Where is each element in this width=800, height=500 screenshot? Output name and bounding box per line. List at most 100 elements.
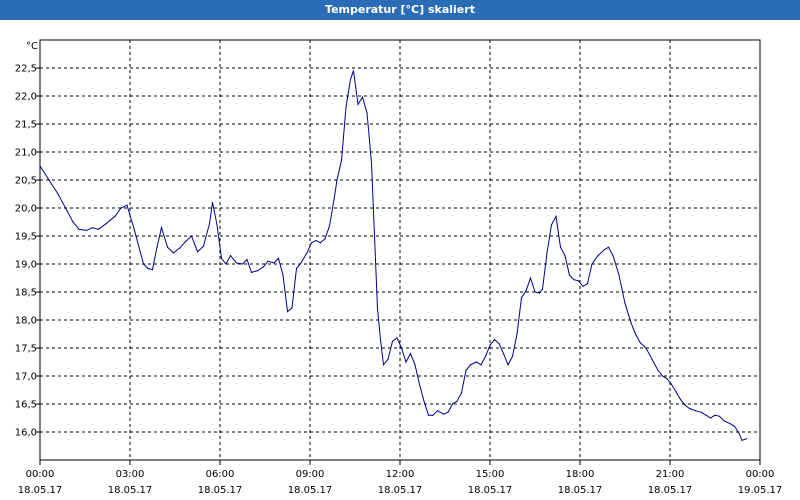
data-point	[670, 383, 673, 385]
data-point	[456, 400, 458, 402]
data-point	[502, 353, 505, 355]
data-point	[310, 242, 313, 244]
data-point	[634, 333, 637, 335]
data-point	[657, 369, 659, 371]
data-point	[286, 311, 289, 313]
data-point	[475, 361, 478, 363]
data-point	[405, 361, 407, 363]
data-point	[91, 227, 94, 229]
data-point	[396, 337, 398, 339]
data-point	[733, 425, 736, 427]
data-point	[460, 392, 463, 394]
data-point	[370, 162, 373, 164]
data-point	[645, 347, 647, 349]
data-point	[484, 355, 487, 357]
data-point	[427, 414, 430, 416]
data-point	[469, 364, 472, 366]
data-point	[520, 297, 523, 299]
data-point	[714, 414, 716, 416]
data-point	[432, 414, 434, 416]
data-point	[586, 283, 589, 285]
data-point	[391, 340, 394, 342]
data-point	[498, 342, 500, 345]
data-point	[387, 358, 389, 360]
data-point	[418, 383, 421, 385]
data-point	[105, 223, 107, 225]
data-point	[66, 210, 68, 212]
x-tick-date-label: 18.05.17	[18, 485, 63, 496]
data-point	[436, 410, 439, 412]
y-tick-label: 19,5	[15, 232, 37, 243]
data-point	[160, 227, 163, 229]
data-point	[447, 411, 449, 413]
data-point	[546, 252, 548, 254]
data-point	[534, 291, 536, 293]
data-point	[357, 103, 359, 105]
data-point	[262, 266, 265, 268]
data-point	[373, 235, 376, 237]
y-tick-label: 20,5	[15, 176, 37, 187]
data-point	[723, 420, 725, 422]
data-point	[147, 267, 149, 270]
data-point	[366, 112, 368, 114]
data-point	[361, 96, 364, 98]
y-tick-label: 16,5	[15, 400, 37, 411]
data-point	[225, 263, 227, 265]
data-point	[172, 252, 175, 254]
data-point	[679, 398, 682, 401]
data-point	[72, 221, 74, 223]
data-point	[277, 257, 280, 259]
grid	[40, 40, 760, 460]
data-point	[618, 274, 620, 276]
data-point	[336, 179, 338, 181]
data-point	[229, 255, 232, 257]
data-point	[612, 255, 614, 257]
data-point	[423, 400, 425, 402]
data-point	[516, 333, 518, 335]
data-point	[178, 247, 181, 249]
data-point	[573, 279, 575, 281]
y-tick-label: 18,5	[15, 288, 37, 299]
x-tick-date-label: 18.05.17	[288, 485, 333, 496]
data-point	[97, 228, 100, 230]
data-point	[675, 391, 677, 393]
data-point	[295, 267, 298, 270]
y-axis: 16,0 16,5 17,0 17,5 18,0 18,5 19,0 19,5 20,0 20,5…	[15, 64, 40, 439]
data-point	[39, 165, 41, 167]
data-point	[582, 285, 584, 287]
data-point	[166, 246, 169, 248]
data-point	[324, 238, 326, 240]
data-point	[507, 364, 509, 366]
data-point	[85, 229, 88, 231]
data-point	[138, 246, 140, 248]
data-point	[529, 277, 532, 279]
data-point	[126, 204, 128, 206]
data-point	[340, 159, 343, 161]
x-tick-time-label: 00:00	[746, 469, 775, 480]
data-point	[196, 251, 199, 253]
y-tick-label: 22,5	[15, 64, 37, 75]
data-point	[208, 223, 211, 225]
data-point	[738, 432, 740, 434]
data-points	[39, 70, 748, 441]
data-point	[555, 215, 557, 217]
data-point	[624, 302, 626, 304]
x-tick-date-label: 18.05.17	[648, 485, 693, 496]
y-axis-unit-label: °C	[26, 41, 38, 52]
y-tick-label: 18,0	[15, 316, 37, 327]
data-point	[705, 414, 707, 416]
y-tick-label: 19,0	[15, 260, 37, 271]
x-tick-date-label: 18.05.17	[198, 485, 243, 496]
data-point	[256, 270, 259, 272]
data-point	[48, 179, 50, 181]
x-tick-date-label: 19.05.17	[738, 485, 783, 496]
data-point	[661, 375, 664, 377]
x-tick-time-label: 00:00	[26, 469, 55, 480]
data-point	[142, 263, 145, 265]
data-point	[511, 355, 514, 357]
data-point	[688, 407, 691, 410]
data-point	[564, 255, 566, 257]
x-axis: 00:00 18.05.17 03:00 18.05.17 06:00 18.05.17 0…	[18, 460, 783, 496]
x-tick-date-label: 18.05.17	[378, 485, 423, 496]
data-point	[630, 322, 632, 324]
